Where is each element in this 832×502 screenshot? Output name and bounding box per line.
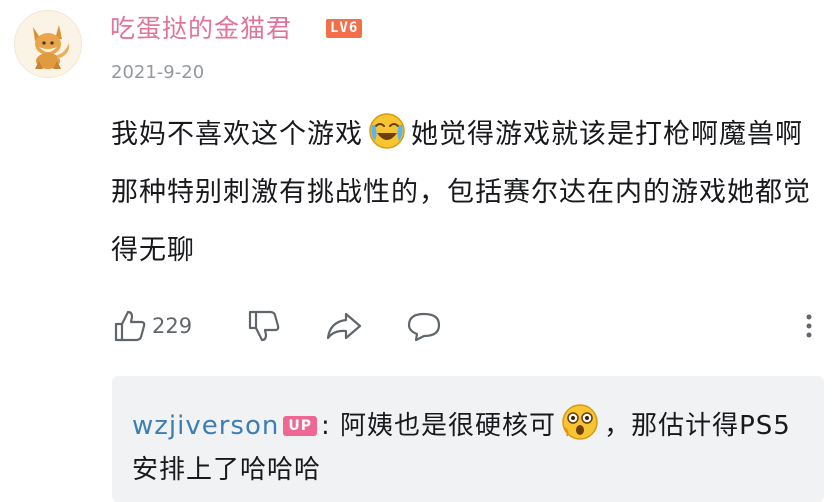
like-button[interactable]: 229 [112,306,192,346]
laughing-crying-emoji-icon [367,111,407,151]
reply-separator: : [321,411,331,441]
avatar[interactable] [14,10,82,78]
comment-username[interactable]: 吃蛋挞的金猫君 [110,12,292,46]
reply-button[interactable] [404,306,444,346]
level-badge: LV6 [326,19,363,38]
share-button[interactable] [324,306,364,346]
up-badge: UP [283,416,318,436]
comment-actions: 229 [112,306,822,346]
thumbs-up-icon [114,310,146,342]
reply-preview[interactable]: wzjiverson UP: 阿姨也是很硬核可 ，那估计得PS5安排上了哈哈哈 [112,376,824,502]
fox-avatar-icon [15,11,81,77]
dislike-button[interactable] [246,306,282,346]
comment-text-part1: 我妈不喜欢这个游戏 [111,119,363,150]
reply-text-part1: 阿姨也是很硬核可 [340,411,557,441]
like-count: 229 [152,314,193,338]
more-button[interactable] [802,306,816,346]
reply-username[interactable]: wzjiverson [132,411,279,441]
share-icon [326,312,362,340]
thumbs-down-icon [248,310,280,342]
comment-text: 我妈不喜欢这个游戏 她觉得游戏就该是打枪啊魔兽啊那种特别刺激有挑战性的，包括赛尔… [111,106,811,280]
more-vertical-icon [806,314,812,338]
comment-bubble-icon [407,312,441,342]
comment-date: 2021-9-20 [111,62,205,83]
reply-text: wzjiverson UP: 阿姨也是很硬核可 ，那估计得PS5安排上了哈哈哈 [132,402,812,492]
surprised-emoji-icon [560,402,600,442]
